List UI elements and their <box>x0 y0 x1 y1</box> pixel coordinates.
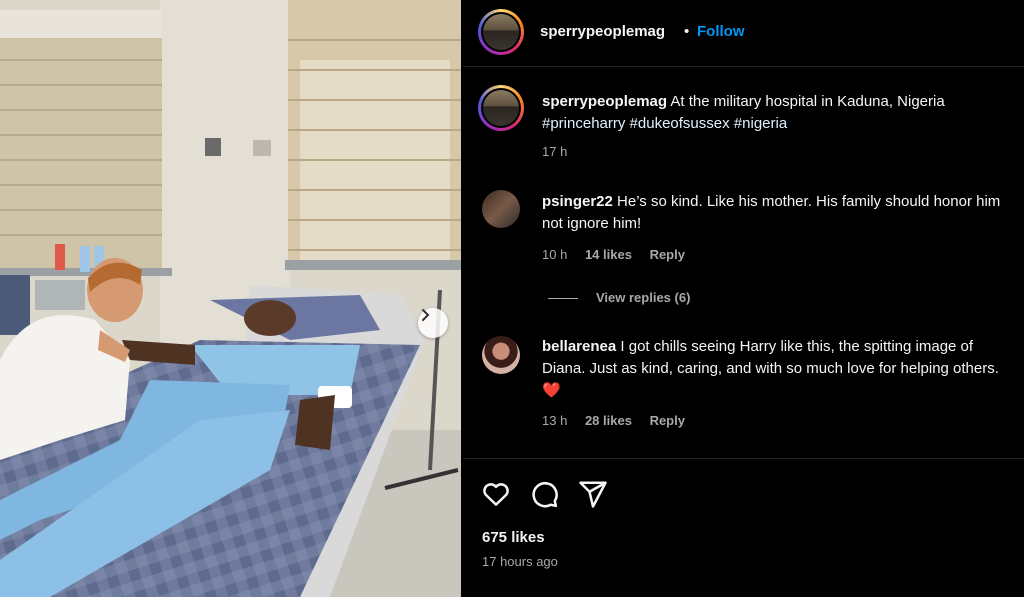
commenter-avatar[interactable] <box>482 336 520 374</box>
likes-count[interactable]: 675 likes <box>482 529 545 546</box>
comment-meta: 10 h 14 likes Reply <box>542 247 699 262</box>
comment-likes[interactable]: 28 likes <box>585 413 632 428</box>
post-actions: 675 likes 17 hours ago <box>463 458 1024 597</box>
next-photo-button[interactable] <box>418 308 448 338</box>
comment-username[interactable]: psinger22 <box>542 193 613 210</box>
reply-button[interactable]: Reply <box>650 413 685 428</box>
caption-time[interactable]: 17 h <box>542 144 567 159</box>
comment-likes[interactable]: 14 likes <box>585 247 632 262</box>
profile-avatar[interactable] <box>478 9 524 55</box>
follow-button[interactable]: Follow <box>697 23 745 40</box>
caption-avatar[interactable] <box>478 85 524 131</box>
comment-username[interactable]: bellarenea <box>542 338 616 355</box>
view-replies-label: View replies (6) <box>596 290 691 305</box>
comment-time[interactable]: 13 h <box>542 413 567 428</box>
comment-icon[interactable] <box>529 479 559 509</box>
hashtag-link[interactable]: #princeharry <box>542 115 625 132</box>
heart-icon[interactable] <box>481 479 511 509</box>
post-details-panel: sperrypeoplemag • Follow sperrypeoplemag… <box>463 0 1024 597</box>
caption-text: At the military hospital in Kaduna, Nige… <box>670 93 945 110</box>
caption-username[interactable]: sperrypeoplemag <box>542 93 667 110</box>
hospital-scene-image <box>0 0 461 597</box>
comment: bellarenea I got chills seeing Harry lik… <box>542 336 1012 402</box>
comment: psinger22 He’s so kind. Like his mother.… <box>542 191 1012 235</box>
separator-dot: • <box>684 23 690 40</box>
hashtag-link[interactable]: #dukeofsussex <box>630 115 730 132</box>
chevron-right-icon <box>422 309 430 321</box>
heart-emoji: ❤️ <box>542 382 561 399</box>
post-time[interactable]: 17 hours ago <box>482 554 558 569</box>
reply-button[interactable]: Reply <box>650 247 685 262</box>
hashtag-link[interactable]: #nigeria <box>734 115 787 132</box>
post-header: sperrypeoplemag • Follow <box>463 0 1024 67</box>
view-replies-button[interactable]: View replies (6) <box>548 290 690 305</box>
caption: sperrypeoplemag At the military hospital… <box>542 91 1012 135</box>
caption-meta: 17 h <box>542 144 581 159</box>
comments-list[interactable]: sperrypeoplemag At the military hospital… <box>463 68 1024 457</box>
post-photo[interactable] <box>0 0 461 597</box>
share-icon[interactable] <box>578 479 608 509</box>
header-username[interactable]: sperrypeoplemag <box>540 23 665 40</box>
comment-time[interactable]: 10 h <box>542 247 567 262</box>
commenter-avatar[interactable] <box>482 190 520 228</box>
comment-meta: 13 h 28 likes Reply <box>542 413 699 428</box>
